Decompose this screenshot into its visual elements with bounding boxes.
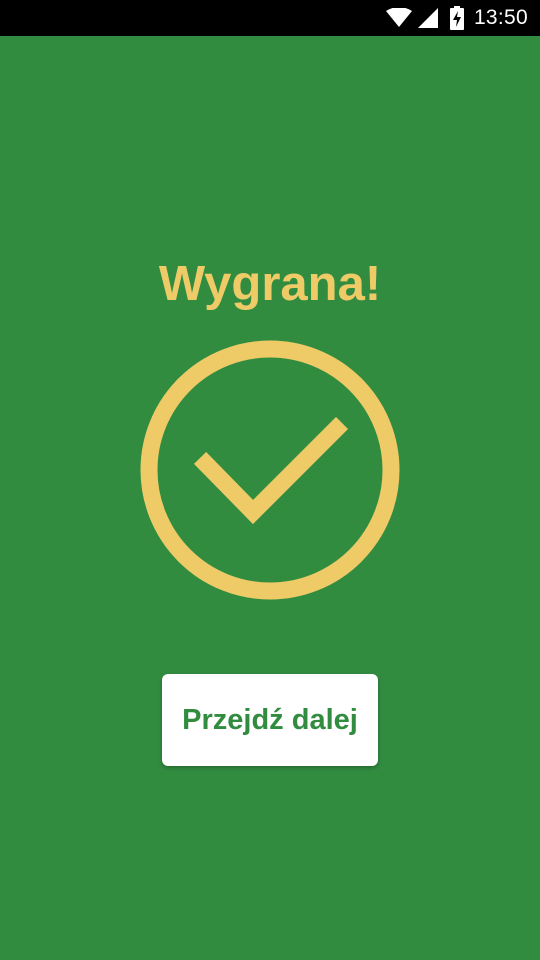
win-title: Wygrana! <box>158 257 382 311</box>
wifi-icon <box>385 8 412 28</box>
cell-signal-icon <box>417 8 438 28</box>
status-bar: 13:50 <box>0 0 540 36</box>
status-icons: 13:50 <box>385 0 528 36</box>
status-clock: 13:50 <box>473 6 528 29</box>
continue-button[interactable]: Przejdź dalej <box>162 674 378 766</box>
check-circle-icon <box>140 340 400 600</box>
win-screen: 13:50 Wygrana! Przejdź dalej <box>0 0 540 960</box>
battery-charging-icon <box>449 6 464 30</box>
